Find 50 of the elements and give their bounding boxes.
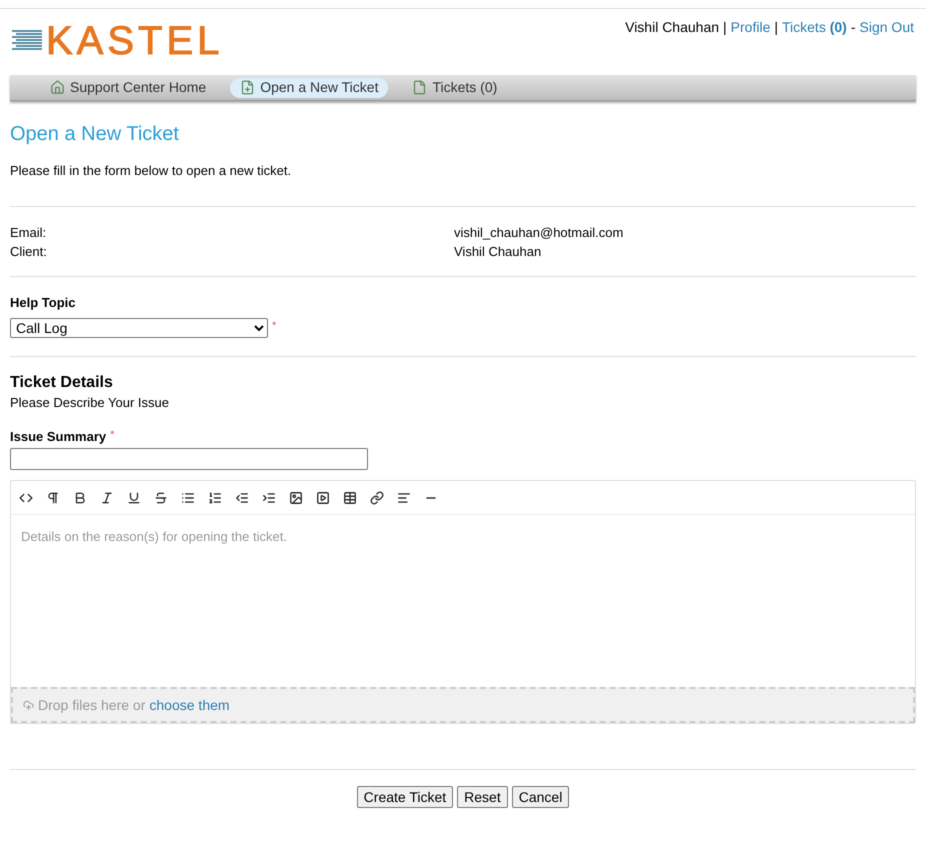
numbered-list-icon[interactable] bbox=[208, 490, 222, 504]
link-icon[interactable] bbox=[370, 490, 384, 504]
strikethrough-icon[interactable] bbox=[154, 490, 168, 504]
align-icon[interactable] bbox=[397, 490, 411, 504]
nav-tab[interactable]: Tickets (0) bbox=[402, 78, 508, 98]
form-button[interactable]: Cancel bbox=[512, 786, 570, 808]
bullet-list-icon[interactable] bbox=[181, 490, 195, 504]
document-icon bbox=[412, 80, 428, 95]
outdent-icon[interactable] bbox=[235, 490, 249, 504]
sign-out-link[interactable]: Sign Out bbox=[860, 17, 914, 75]
field-label: Issue Summary bbox=[10, 428, 106, 446]
paragraph-icon[interactable] bbox=[46, 490, 60, 504]
separator: | bbox=[723, 18, 727, 37]
house-icon bbox=[50, 80, 65, 95]
table-icon[interactable] bbox=[343, 490, 357, 504]
section-subtitle: Please Describe Your Issue bbox=[10, 394, 170, 412]
required-mark: * bbox=[110, 428, 114, 442]
upload-icon bbox=[23, 700, 34, 710]
profile-link[interactable]: Profile bbox=[730, 17, 770, 75]
bold-icon[interactable] bbox=[73, 490, 87, 504]
section-label: Help Topic bbox=[10, 294, 76, 312]
form-button[interactable]: Create Ticket bbox=[356, 786, 454, 808]
separator: - bbox=[850, 18, 856, 37]
nav-tab[interactable]: Open a New Ticket bbox=[230, 78, 388, 98]
info-label: Client: bbox=[10, 243, 48, 261]
separator: | bbox=[774, 18, 778, 37]
image-icon[interactable] bbox=[289, 490, 303, 504]
issue-summary-field[interactable] bbox=[10, 448, 368, 470]
required-mark: * bbox=[272, 319, 276, 334]
intro-text: Please fill in the form below to open a new ticket. bbox=[10, 162, 292, 180]
indent-icon[interactable] bbox=[262, 490, 276, 504]
info-value: Vishil Chauhan bbox=[454, 243, 542, 261]
italic-icon[interactable] bbox=[100, 490, 114, 504]
drop-text: Drop files here or bbox=[38, 696, 146, 715]
section-title: Ticket Details bbox=[10, 373, 114, 393]
underline-icon[interactable] bbox=[127, 490, 141, 504]
user-name: Vishil Chauhan bbox=[625, 18, 720, 37]
info-value: vishil_chauhan@hotmail.com bbox=[454, 224, 624, 242]
form-button[interactable]: Reset bbox=[457, 786, 508, 808]
page-title: Open a New Ticket bbox=[10, 122, 180, 147]
video-icon[interactable] bbox=[316, 490, 330, 504]
drop-zone[interactable]: Drop files here or choose them bbox=[11, 687, 915, 723]
logo-stripes-icon bbox=[12, 30, 42, 52]
nav-tab[interactable]: Support Center Home bbox=[40, 78, 216, 98]
info-label: Email: bbox=[10, 224, 48, 242]
document-icon bbox=[240, 80, 256, 95]
logo: KASTEL bbox=[12, 21, 224, 61]
help-topic-select[interactable]: Call Log bbox=[10, 318, 268, 338]
tickets-link[interactable]: Tickets (0) bbox=[782, 17, 847, 75]
choose-files-link[interactable]: choose them bbox=[149, 694, 230, 716]
